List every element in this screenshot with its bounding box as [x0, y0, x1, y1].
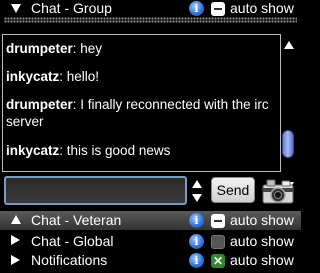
expand-arrow-icon[interactable]: [11, 235, 20, 245]
expand-arrow-icon[interactable]: [11, 255, 20, 265]
auto-show-toggle[interactable]: [211, 2, 225, 16]
info-icon[interactable]: i: [189, 213, 204, 228]
chat-message: inkycatz: hello!: [6, 68, 278, 85]
chat-message: drumpeter: I finally reconnected with th…: [6, 96, 278, 130]
info-icon[interactable]: i: [189, 253, 204, 268]
chat-message: inkycatz: this is good news: [6, 142, 278, 159]
auto-show-label: auto show: [230, 212, 294, 228]
message-text: : this is good news: [59, 143, 171, 158]
history-up-arrow-icon[interactable]: [192, 180, 202, 188]
auto-show-toggle[interactable]: [211, 235, 225, 249]
auto-show-label: auto show: [230, 233, 294, 249]
expand-arrow-icon[interactable]: [11, 215, 21, 224]
message-user: drumpeter: [6, 97, 73, 112]
message-user: inkycatz: [6, 143, 60, 158]
panel-title: Chat - Group: [31, 0, 112, 16]
chat-message: drumpeter: hey: [6, 40, 278, 57]
message-user: inkycatz: [6, 69, 60, 84]
info-icon[interactable]: i: [189, 234, 204, 249]
panel-title: Notifications: [31, 252, 108, 268]
camera-icon[interactable]: [262, 177, 294, 205]
panel-header-chat-group[interactable]: Chat - Group i auto show: [0, 0, 301, 17]
resize-handle[interactable]: [4, 17, 297, 23]
scrollbar-thumb[interactable]: [282, 130, 294, 158]
message-input[interactable]: [4, 176, 187, 205]
message-text: : hey: [72, 41, 103, 56]
panel-title: Chat - Global: [31, 233, 114, 249]
history-down-arrow-icon[interactable]: [192, 194, 202, 202]
panel-header-chat-veteran[interactable]: Chat - Veteran i auto show: [0, 211, 301, 230]
message-text: : hello!: [59, 69, 100, 84]
auto-show-toggle[interactable]: ✕: [211, 254, 225, 268]
auto-show-label: auto show: [230, 252, 294, 268]
chat-log[interactable]: drumpeter: hey inkycatz: hello! drumpete…: [2, 34, 281, 172]
auto-show-label: auto show: [230, 0, 294, 16]
panel-title: Chat - Veteran: [31, 212, 122, 228]
auto-show-toggle[interactable]: [211, 214, 225, 228]
scroll-up-arrow-icon[interactable]: [284, 41, 294, 49]
info-icon[interactable]: i: [189, 1, 204, 16]
collapse-arrow-icon[interactable]: [11, 4, 21, 13]
panel-header-notifications[interactable]: Notifications i ✕ auto show: [0, 251, 301, 270]
message-user: drumpeter: [6, 41, 73, 56]
send-button[interactable]: Send: [211, 177, 255, 203]
panel-header-chat-global[interactable]: Chat - Global i auto show: [0, 231, 301, 250]
